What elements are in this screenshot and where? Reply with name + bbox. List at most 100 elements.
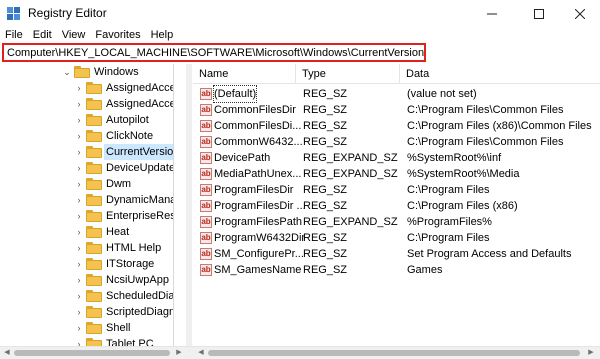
- menu-view[interactable]: View: [57, 27, 91, 43]
- tree-item-label: ITStorage: [106, 258, 155, 270]
- string-value-icon: ab: [200, 88, 212, 100]
- tree-item[interactable]: ⌄ Windows: [0, 64, 173, 80]
- value-data: C:\Program Files (x86)\Common Files: [407, 120, 592, 132]
- chevron-right-icon[interactable]: ›: [74, 98, 84, 110]
- tree-item[interactable]: › DynamicMana: [0, 192, 174, 208]
- value-row[interactable]: ab (Default) REG_SZ (value not set): [193, 85, 600, 103]
- menu-favorites[interactable]: Favorites: [90, 27, 145, 43]
- value-data: Games: [407, 264, 443, 276]
- tree-item[interactable]: › DeviceUpdateC: [0, 160, 173, 176]
- pane-splitter[interactable]: [186, 64, 192, 346]
- tree-item[interactable]: › ScriptedDiagn: [0, 304, 174, 320]
- tree-item-label: ScriptedDiagn: [106, 306, 174, 318]
- chevron-right-icon[interactable]: ›: [74, 338, 84, 346]
- tree-item[interactable]: › EnterpriseResc: [0, 208, 173, 224]
- chevron-right-icon[interactable]: ›: [74, 162, 84, 174]
- tree-item[interactable]: › AssignedAcce: [0, 80, 173, 96]
- chevron-right-icon[interactable]: ›: [74, 210, 84, 222]
- value-type: REG_SZ: [303, 120, 348, 132]
- chevron-right-icon[interactable]: ›: [74, 82, 84, 94]
- value-name: CommonW6432...: [214, 136, 303, 148]
- value-row[interactable]: ab SM_ConfigurePr... REG_SZ Set Program Acc…: [193, 246, 600, 262]
- value-name: ProgramFilesPath: [214, 216, 303, 228]
- registry-editor-icon: [7, 7, 20, 20]
- tree-item[interactable]: › Heat: [0, 224, 173, 240]
- scroll-left-icon[interactable]: ◀: [196, 348, 206, 358]
- chevron-down-icon[interactable]: ⌄: [62, 66, 72, 78]
- tree-item[interactable]: › Autopilot: [0, 112, 173, 128]
- value-row[interactable]: ab MediaPathUnex... REG_EXPAND_SZ %SystemRo…: [193, 166, 600, 182]
- close-button[interactable]: [560, 0, 600, 27]
- value-data: C:\Program Files\Common Files: [407, 136, 564, 148]
- folder-icon: [86, 178, 102, 190]
- chevron-right-icon[interactable]: ›: [74, 322, 84, 334]
- value-row[interactable]: ab CommonW6432... REG_SZ C:\Program Files\C…: [193, 134, 600, 150]
- string-value-icon: ab: [200, 232, 212, 244]
- maximize-icon: [534, 8, 544, 19]
- chevron-right-icon[interactable]: ›: [74, 130, 84, 142]
- address-bar[interactable]: Computer\HKEY_LOCAL_MACHINE\SOFTWARE\Mic…: [2, 43, 426, 62]
- chevron-right-icon[interactable]: ›: [74, 114, 84, 126]
- value-row[interactable]: ab ProgramFilesDir ... REG_SZ C:\Program Fi…: [193, 198, 600, 214]
- chevron-right-icon[interactable]: ›: [74, 194, 84, 206]
- value-name: ProgramFilesDir: [214, 184, 294, 196]
- string-value-icon: ab: [200, 264, 212, 276]
- folder-icon: [86, 146, 102, 158]
- chevron-right-icon[interactable]: ›: [74, 226, 84, 238]
- column-data[interactable]: Data: [400, 64, 429, 84]
- tree-item-label: DynamicMana: [106, 194, 174, 206]
- maximize-button[interactable]: [516, 0, 562, 27]
- chevron-right-icon[interactable]: ›: [74, 274, 84, 286]
- minimize-button[interactable]: [469, 0, 515, 27]
- tree-item[interactable]: › CurrentVersion: [0, 144, 173, 160]
- value-name: ProgramFilesDir ...: [214, 200, 306, 212]
- tree-item[interactable]: › HTML Help: [0, 240, 173, 256]
- column-type[interactable]: Type: [296, 64, 326, 84]
- tree-item-label: ClickNote: [106, 130, 154, 142]
- tree-item[interactable]: › ClickNote: [0, 128, 173, 144]
- tree-item[interactable]: › NcsiUwpApp: [0, 272, 173, 288]
- tree-item[interactable]: › AssignedAcce: [0, 96, 174, 112]
- value-type: REG_SZ: [303, 88, 348, 100]
- close-icon: [575, 8, 585, 19]
- tree-item[interactable]: › Shell: [0, 320, 173, 336]
- scroll-thumb-left[interactable]: [14, 350, 170, 356]
- scroll-thumb-right[interactable]: [208, 350, 580, 356]
- horizontal-scrollbar[interactable]: ◀ ▶ ◀ ▶: [0, 346, 600, 359]
- chevron-right-icon[interactable]: ›: [74, 258, 84, 270]
- value-row[interactable]: ab CommonFilesDir REG_SZ C:\Program Files\C…: [193, 102, 600, 118]
- chevron-right-icon[interactable]: ›: [74, 242, 84, 254]
- value-type: REG_SZ: [303, 184, 348, 196]
- value-name: SM_GamesName: [214, 264, 302, 276]
- chevron-right-icon[interactable]: ›: [74, 306, 84, 318]
- tree-item[interactable]: › Tablet PC: [0, 336, 173, 346]
- value-name: (Default): [212, 85, 258, 103]
- menu-file[interactable]: File: [0, 27, 28, 43]
- value-row[interactable]: ab SM_GamesName REG_SZ Games: [193, 262, 600, 278]
- value-row[interactable]: ab CommonFilesDi... REG_SZ C:\Program Files…: [193, 118, 600, 134]
- tree-item[interactable]: › ITStorage: [0, 256, 173, 272]
- value-row[interactable]: ab DevicePath REG_EXPAND_SZ %SystemRoot%\in…: [193, 150, 600, 166]
- tree-item[interactable]: › ScheduledDiag: [0, 288, 173, 304]
- scroll-right-icon[interactable]: ▶: [174, 348, 184, 358]
- tree-item-label: DeviceUpdateC: [106, 162, 173, 174]
- column-name[interactable]: Name: [193, 64, 228, 84]
- value-row[interactable]: ab ProgramFilesPath REG_EXPAND_SZ %ProgramF…: [193, 214, 600, 230]
- menu-help[interactable]: Help: [146, 27, 179, 43]
- chevron-right-icon[interactable]: ›: [74, 146, 84, 158]
- value-data: %SystemRoot%\Media: [407, 168, 520, 180]
- scroll-left-icon[interactable]: ◀: [2, 348, 12, 358]
- value-name: CommonFilesDi...: [214, 120, 302, 132]
- string-value-icon: ab: [200, 184, 212, 196]
- folder-icon: [86, 338, 102, 346]
- value-row[interactable]: ab ProgramW6432Dir REG_SZ C:\Program Files: [193, 230, 600, 246]
- tree-item-label: AssignedAcce: [106, 98, 174, 110]
- chevron-right-icon[interactable]: ›: [74, 290, 84, 302]
- tree-item[interactable]: › Dwm: [0, 176, 173, 192]
- menu-edit[interactable]: Edit: [28, 27, 57, 43]
- value-type: REG_EXPAND_SZ: [303, 216, 398, 228]
- value-row[interactable]: ab ProgramFilesDir REG_SZ C:\Program Files: [193, 182, 600, 198]
- scroll-right-icon[interactable]: ▶: [586, 348, 596, 358]
- value-type: REG_SZ: [303, 136, 348, 148]
- chevron-right-icon[interactable]: ›: [74, 178, 84, 190]
